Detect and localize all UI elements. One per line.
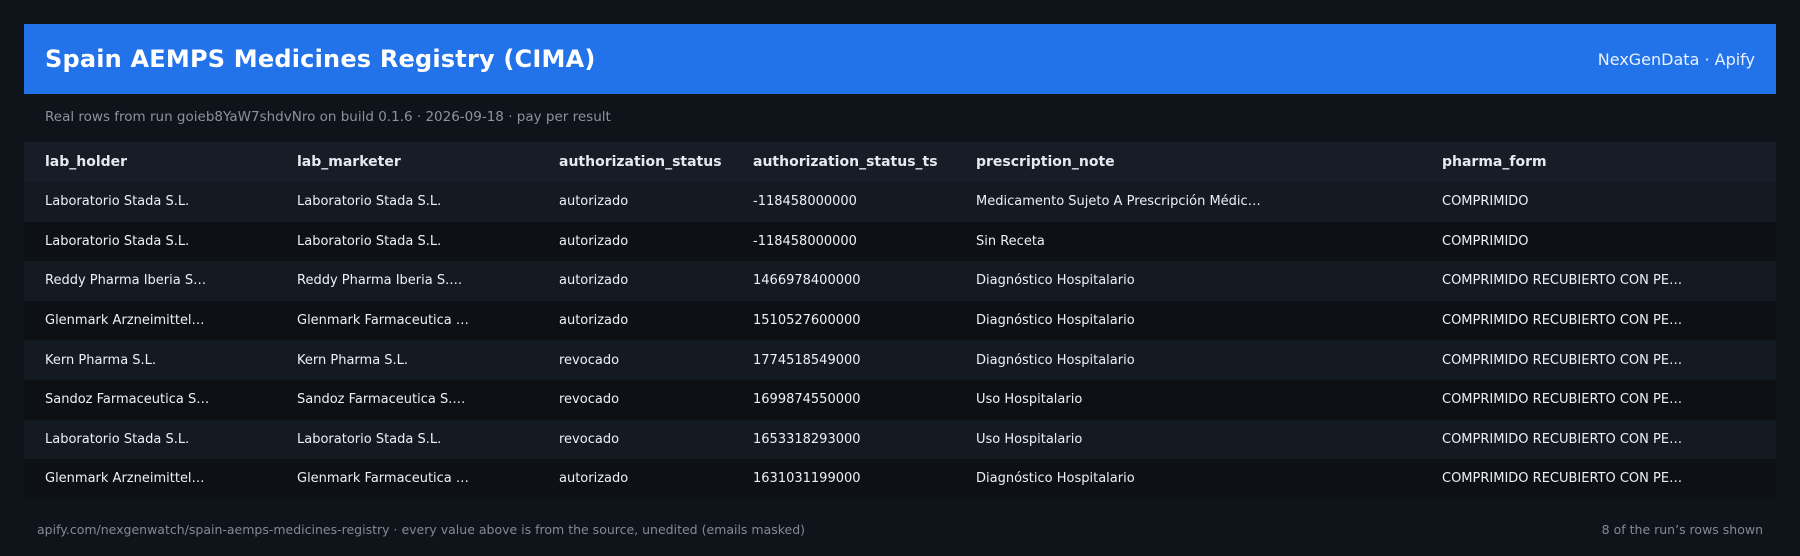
- cell-authorization-status: autorizado: [559, 471, 629, 487]
- cell-prescription-note: Diagnóstico Hospitalario: [976, 352, 1135, 368]
- table-row: Sandoz Farmaceutica S… Sandoz Farmaceuti…: [24, 379, 1776, 420]
- cell-authorization-status: autorizado: [559, 313, 629, 329]
- cell-authorization-status: autorizado: [559, 273, 629, 289]
- brand-label: NexGenData · Apify: [1597, 49, 1755, 69]
- table-row: Glenmark Arzneimittel… Glenmark Farmaceu…: [24, 459, 1776, 499]
- cell-authorization-status-ts: 1699874550000: [753, 392, 861, 408]
- cell-lab-holder: Laboratorio Stada S.L.: [45, 194, 190, 210]
- cell-lab-holder: Glenmark Arzneimittel…: [45, 313, 205, 329]
- cell-authorization-status: autorizado: [559, 194, 629, 210]
- cell-lab-marketer: Laboratorio Stada S.L.: [297, 431, 442, 447]
- cell-prescription-note: Diagnóstico Hospitalario: [976, 471, 1135, 487]
- cell-lab-holder: Kern Pharma S.L.: [45, 352, 157, 368]
- footer-source-note: apify.com/nexgenwatch/spain-aemps-medici…: [37, 522, 806, 537]
- cell-lab-marketer: Kern Pharma S.L.: [297, 352, 409, 368]
- cell-authorization-status: autorizado: [559, 233, 629, 249]
- cell-lab-holder: Glenmark Arzneimittel…: [45, 471, 205, 487]
- table-row: Laboratorio Stada S.L. Laboratorio Stada…: [24, 419, 1776, 460]
- cell-authorization-status: revocado: [559, 431, 620, 447]
- cell-prescription-note: Uso Hospitalario: [976, 392, 1083, 408]
- cell-pharma-form: COMPRIMIDO: [1442, 194, 1529, 210]
- cell-prescription-note: Medicamento Sujeto A Prescripción Médic…: [976, 194, 1261, 210]
- table-row: Laboratorio Stada S.L. Laboratorio Stada…: [24, 221, 1776, 262]
- cell-lab-holder: Laboratorio Stada S.L.: [45, 233, 190, 249]
- cell-authorization-status-ts: 1774518549000: [753, 352, 861, 368]
- footer-row-count: 8 of the run’s rows shown: [1601, 522, 1763, 537]
- cell-pharma-form: COMPRIMIDO RECUBIERTO CON PE…: [1442, 431, 1683, 447]
- cell-pharma-form: COMPRIMIDO RECUBIERTO CON PE…: [1442, 273, 1683, 289]
- column-header-prescription-note: prescription_note: [976, 154, 1115, 170]
- column-header-lab-marketer: lab_marketer: [297, 154, 401, 170]
- table-row: Kern Pharma S.L. Kern Pharma S.L. revoca…: [24, 340, 1776, 380]
- table-header-row: lab_holder lab_marketer authorization_st…: [24, 142, 1776, 182]
- cell-lab-marketer: Reddy Pharma Iberia S.…: [297, 273, 463, 289]
- cell-lab-holder: Reddy Pharma Iberia S…: [45, 273, 207, 289]
- table-row: Laboratorio Stada S.L. Laboratorio Stada…: [24, 182, 1776, 222]
- cell-prescription-note: Sin Receta: [976, 233, 1045, 249]
- results-table: lab_holder lab_marketer authorization_st…: [24, 142, 1776, 499]
- cell-pharma-form: COMPRIMIDO RECUBIERTO CON PE…: [1442, 392, 1683, 408]
- cell-prescription-note: Uso Hospitalario: [976, 431, 1083, 447]
- page-title: Spain AEMPS Medicines Registry (CIMA): [45, 45, 596, 73]
- cell-pharma-form: COMPRIMIDO RECUBIERTO CON PE…: [1442, 313, 1683, 329]
- cell-authorization-status-ts: -118458000000: [753, 233, 857, 249]
- header-bar: Spain AEMPS Medicines Registry (CIMA) Ne…: [24, 24, 1776, 94]
- cell-pharma-form: COMPRIMIDO RECUBIERTO CON PE…: [1442, 352, 1683, 368]
- run-info-subtitle: Real rows from run goieb8YaW7shdvNro on …: [45, 109, 611, 125]
- cell-lab-marketer: Laboratorio Stada S.L.: [297, 233, 442, 249]
- cell-pharma-form: COMPRIMIDO: [1442, 233, 1529, 249]
- cell-authorization-status-ts: 1466978400000: [753, 273, 861, 289]
- cell-lab-marketer: Glenmark Farmaceutica …: [297, 471, 469, 487]
- cell-authorization-status-ts: 1653318293000: [753, 431, 861, 447]
- column-header-authorization-status-ts: authorization_status_ts: [753, 154, 938, 170]
- cell-pharma-form: COMPRIMIDO RECUBIERTO CON PE…: [1442, 471, 1683, 487]
- cell-prescription-note: Diagnóstico Hospitalario: [976, 313, 1135, 329]
- column-header-pharma-form: pharma_form: [1442, 154, 1547, 170]
- table-row: Glenmark Arzneimittel… Glenmark Farmaceu…: [24, 300, 1776, 341]
- cell-lab-holder: Sandoz Farmaceutica S…: [45, 392, 210, 408]
- cell-lab-marketer: Sandoz Farmaceutica S.…: [297, 392, 466, 408]
- cell-authorization-status: revocado: [559, 352, 620, 368]
- cell-lab-marketer: Glenmark Farmaceutica …: [297, 313, 469, 329]
- cell-prescription-note: Diagnóstico Hospitalario: [976, 273, 1135, 289]
- cell-authorization-status-ts: 1631031199000: [753, 471, 861, 487]
- column-header-authorization-status: authorization_status: [559, 154, 722, 170]
- column-header-lab-holder: lab_holder: [45, 154, 128, 170]
- cell-authorization-status-ts: 1510527600000: [753, 313, 861, 329]
- table-row: Reddy Pharma Iberia S… Reddy Pharma Iber…: [24, 261, 1776, 301]
- cell-lab-holder: Laboratorio Stada S.L.: [45, 431, 190, 447]
- cell-authorization-status: revocado: [559, 392, 620, 408]
- cell-lab-marketer: Laboratorio Stada S.L.: [297, 194, 442, 210]
- cell-authorization-status-ts: -118458000000: [753, 194, 857, 210]
